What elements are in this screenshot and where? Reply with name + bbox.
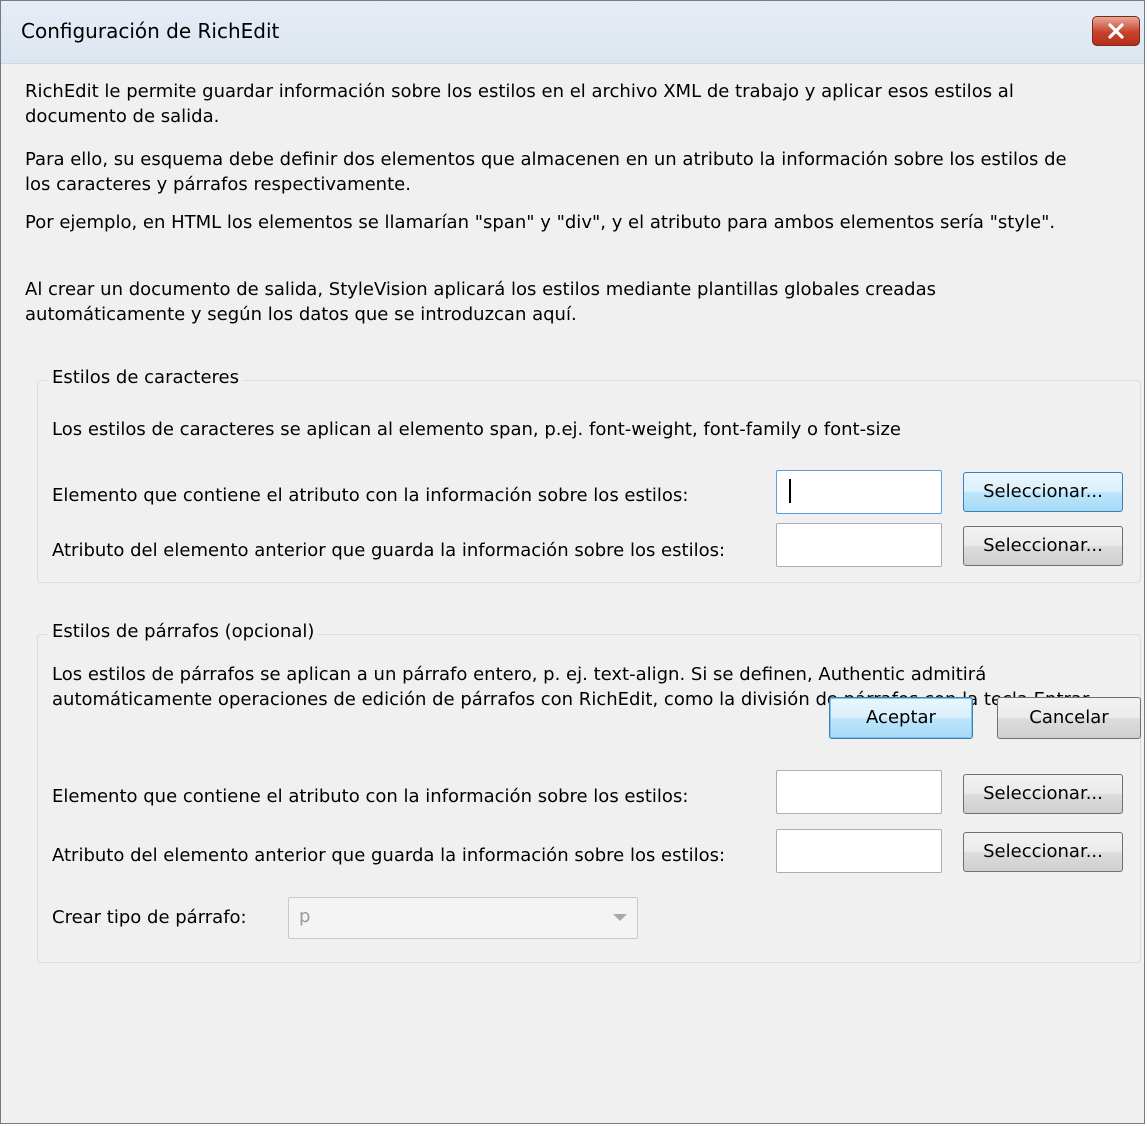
para-styles-legend: Estilos de párrafos (opcional) bbox=[48, 620, 319, 644]
char-styles-group: Estilos de caracteres Los estilos de car… bbox=[37, 366, 1141, 583]
char-styles-legend: Estilos de caracteres bbox=[48, 366, 243, 390]
chevron-down-icon bbox=[613, 914, 627, 921]
close-x-icon bbox=[1108, 23, 1124, 39]
char-element-label: Elemento que contiene el atributo con la… bbox=[52, 485, 689, 506]
para-type-value: p bbox=[299, 906, 311, 927]
intro-paragraph-2: Para ello, su esquema debe definir dos e… bbox=[25, 149, 1067, 195]
para-styles-group: Estilos de párrafos (opcional) Los estil… bbox=[37, 620, 1141, 963]
para-element-label: Elemento que contiene el atributo con la… bbox=[52, 786, 689, 807]
cancel-button[interactable]: Cancelar bbox=[997, 697, 1141, 739]
char-element-input[interactable] bbox=[776, 470, 942, 514]
para-attribute-select-button[interactable]: Seleccionar... bbox=[963, 832, 1123, 872]
para-element-input[interactable] bbox=[776, 770, 942, 814]
char-attribute-label: Atributo del elemento anterior que guard… bbox=[52, 540, 726, 561]
intro-paragraph-4: Al crear un documento de salida, StyleVi… bbox=[25, 279, 937, 325]
dialog-body: RichEdit le permite guardar información … bbox=[1, 63, 1144, 1123]
text-caret bbox=[789, 479, 791, 503]
para-type-select[interactable]: p bbox=[288, 897, 638, 939]
intro-paragraph-1: RichEdit le permite guardar información … bbox=[25, 81, 1014, 127]
char-attribute-input[interactable] bbox=[776, 523, 942, 567]
para-attribute-label: Atributo del elemento anterior que guard… bbox=[52, 845, 726, 866]
char-element-select-button[interactable]: Seleccionar... bbox=[963, 472, 1123, 512]
title-bar[interactable]: Configuración de RichEdit bbox=[1, 1, 1144, 64]
char-attribute-select-button[interactable]: Seleccionar... bbox=[963, 526, 1123, 566]
window-title: Configuración de RichEdit bbox=[21, 19, 280, 43]
char-styles-description: Los estilos de caracteres se aplican al … bbox=[52, 419, 901, 440]
close-button[interactable] bbox=[1092, 16, 1140, 46]
richedit-config-dialog: Configuración de RichEdit RichEdit le pe… bbox=[0, 0, 1145, 1124]
ok-button[interactable]: Aceptar bbox=[829, 697, 973, 739]
para-element-select-button[interactable]: Seleccionar... bbox=[963, 774, 1123, 814]
para-attribute-input[interactable] bbox=[776, 829, 942, 873]
para-type-label: Crear tipo de párrafo: bbox=[52, 907, 247, 928]
intro-paragraph-3: Por ejemplo, en HTML los elementos se ll… bbox=[25, 212, 1056, 233]
